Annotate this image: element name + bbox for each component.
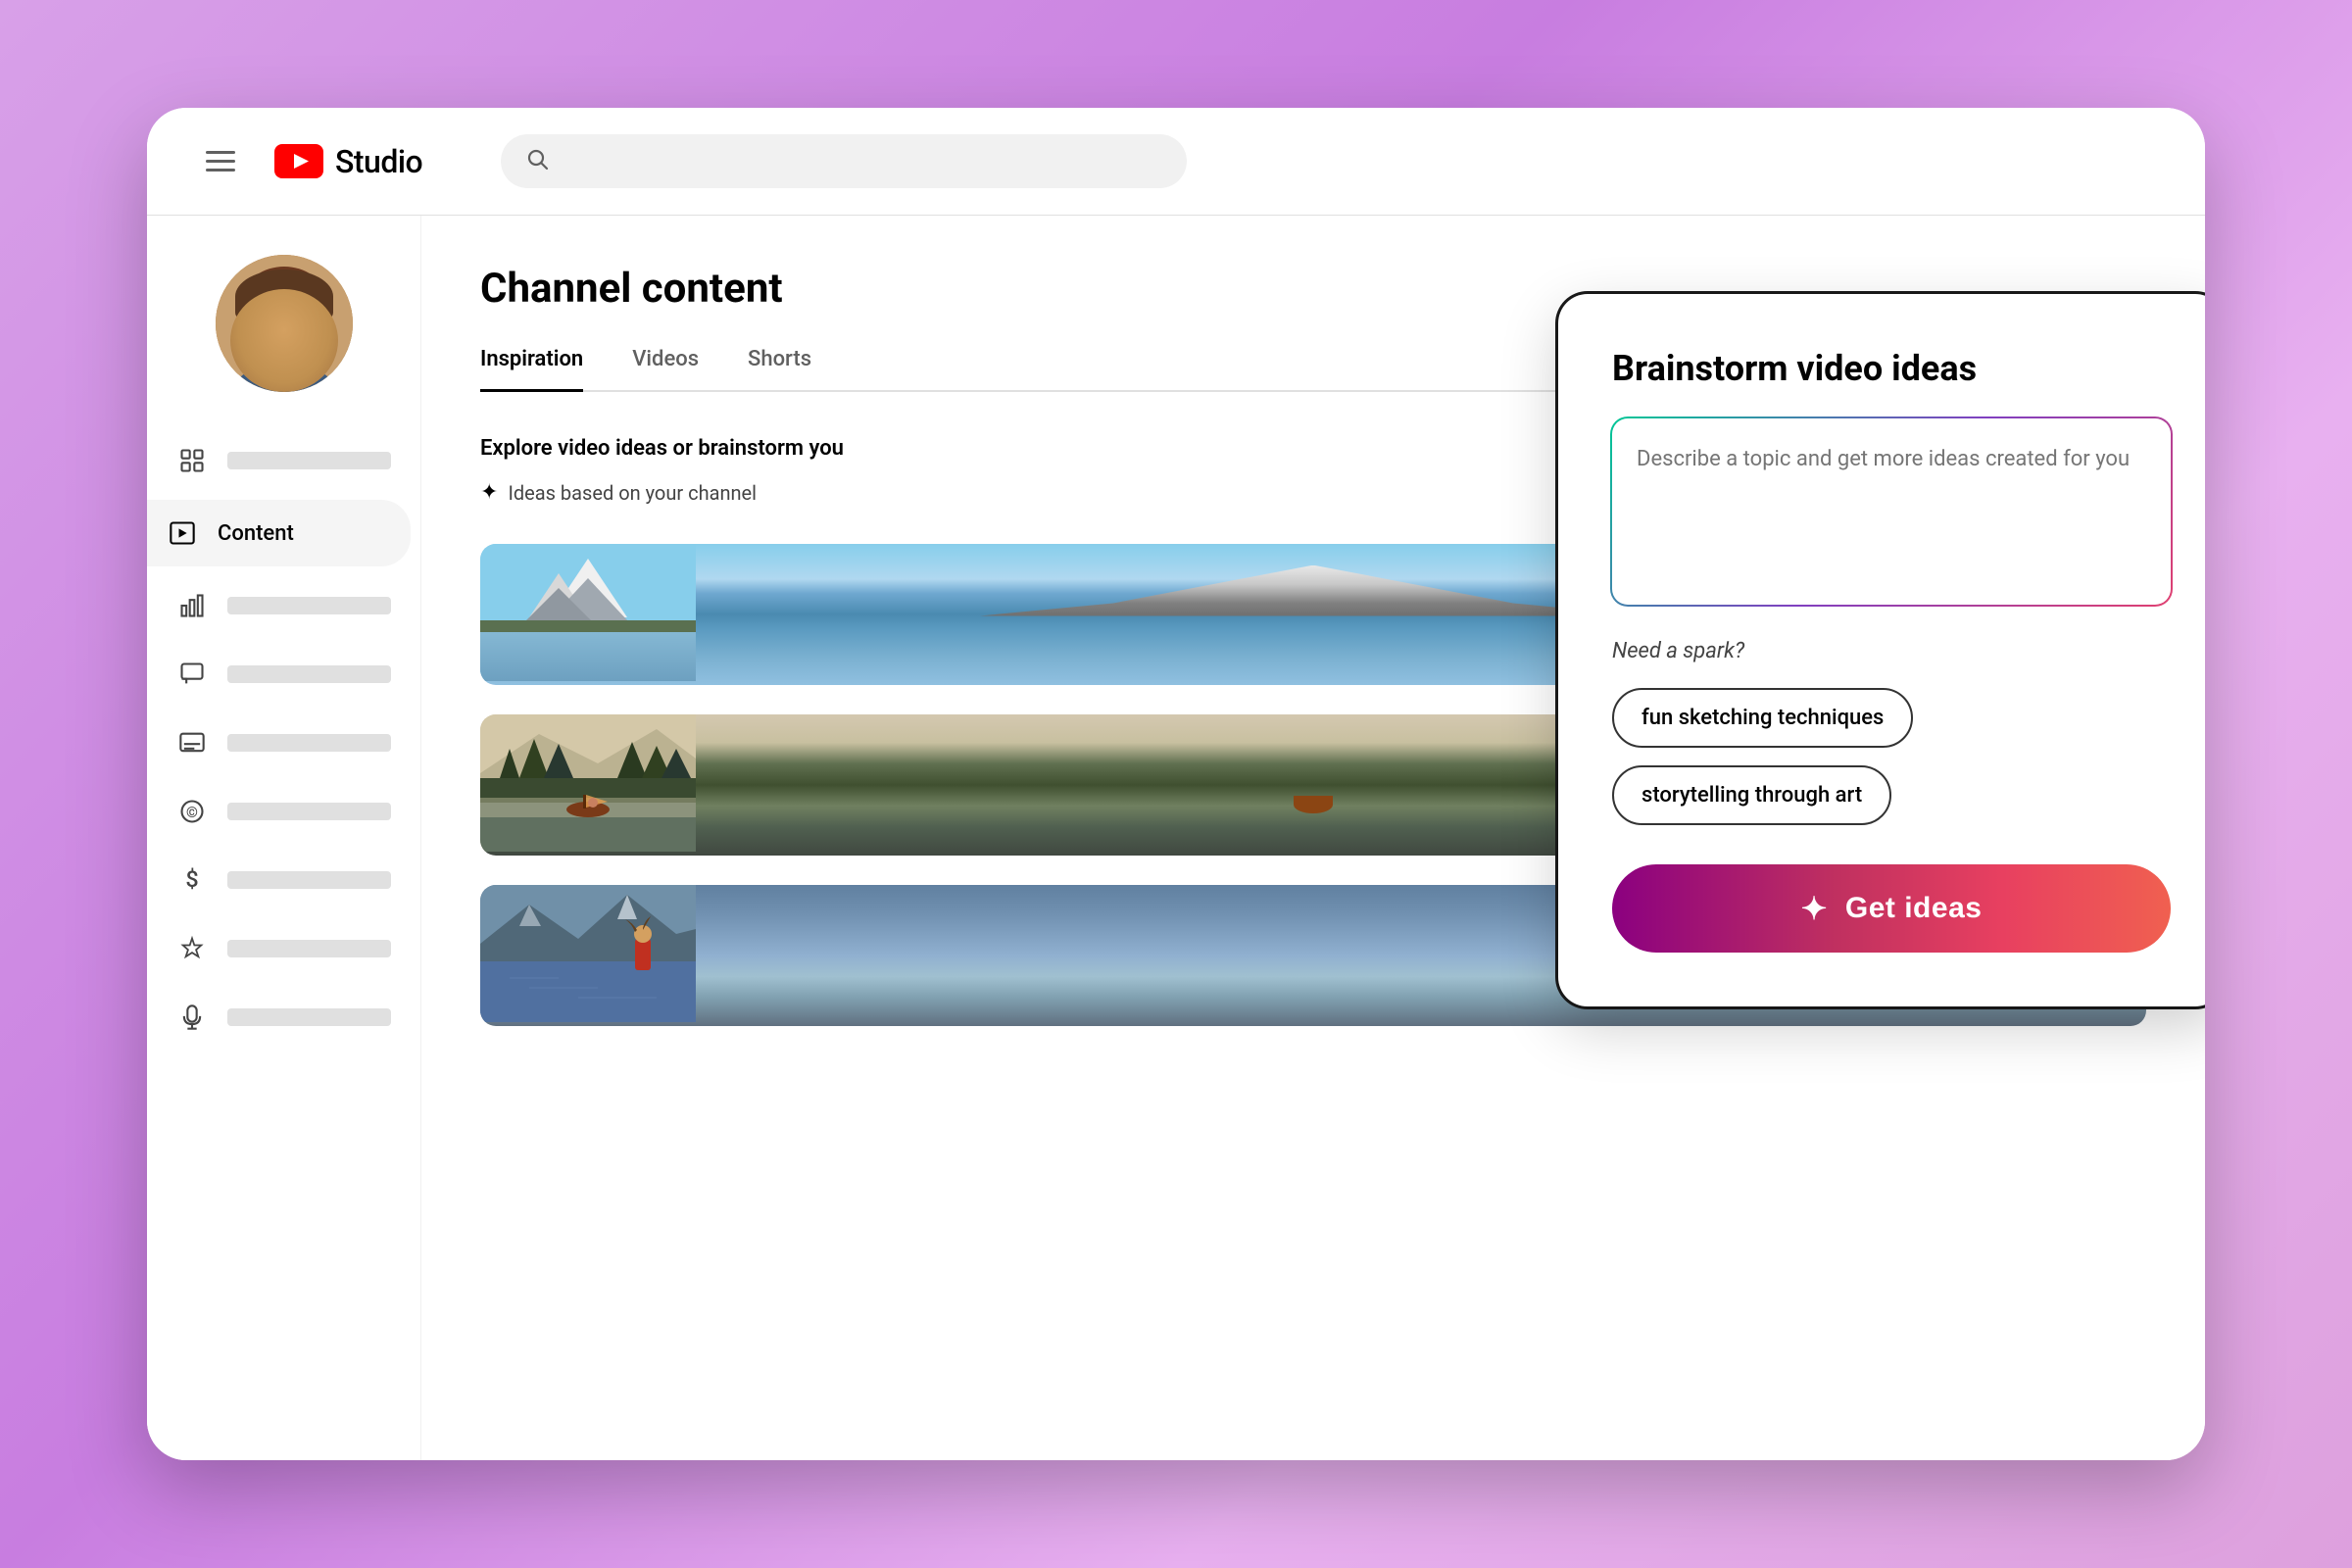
sidebar: Content: [147, 216, 421, 1460]
sidebar-item-comments[interactable]: [147, 645, 420, 704]
svg-text:©: ©: [186, 804, 198, 821]
sidebar-skeleton-subtitles: [227, 734, 391, 752]
sidebar-item-copyright[interactable]: ©: [147, 782, 420, 841]
sidebar-item-dashboard[interactable]: [147, 431, 420, 490]
sidebar-skeleton-comments: [227, 665, 391, 683]
sidebar-skeleton-analytics: [227, 597, 391, 614]
audio-icon: [176, 1002, 208, 1033]
analytics-icon: [176, 590, 208, 621]
get-ideas-label: Get ideas: [1845, 892, 1983, 925]
tab-videos[interactable]: Videos: [632, 347, 699, 392]
sidebar-skeleton-monetization: [227, 871, 391, 889]
logo-area: Studio: [274, 143, 422, 180]
avatar: [216, 255, 353, 392]
sidebar-skeleton-customization: [227, 940, 391, 957]
sidebar-item-customization[interactable]: [147, 919, 420, 978]
sparkle-bullet-icon: ✦: [480, 480, 498, 505]
content-icon: [167, 517, 198, 549]
sparkle-button-icon: ✦: [1801, 890, 1828, 927]
browser-window: Studio: [147, 108, 2205, 1460]
main-content: Channel content Inspiration Videos Short…: [421, 216, 2205, 1460]
tab-inspiration[interactable]: Inspiration: [480, 347, 583, 392]
svg-text:$: $: [185, 866, 198, 893]
sidebar-item-content[interactable]: Content: [147, 500, 411, 566]
get-ideas-button[interactable]: ✦ Get ideas: [1612, 864, 2171, 953]
subtitles-icon: [176, 727, 208, 759]
comments-icon: [176, 659, 208, 690]
grid-icon: [176, 445, 208, 476]
chip-storytelling[interactable]: storytelling through art: [1612, 765, 1891, 825]
search-bar[interactable]: [501, 134, 1187, 188]
youtube-logo-icon: [274, 144, 323, 178]
sidebar-item-analytics[interactable]: [147, 576, 420, 635]
chip-row: fun sketching techniques storytelling th…: [1612, 688, 2171, 825]
search-icon: [525, 147, 549, 176]
sidebar-item-subtitles[interactable]: [147, 713, 420, 772]
spark-label: Need a spark?: [1612, 639, 2171, 663]
brainstorm-panel: Brainstorm video ideas Need a spark? fun…: [1558, 294, 2205, 1006]
studio-label: Studio: [335, 143, 422, 180]
sidebar-item-monetization[interactable]: $: [147, 851, 420, 909]
customization-icon: [176, 933, 208, 964]
menu-icon[interactable]: [206, 151, 235, 172]
sidebar-skeleton-dashboard: [227, 452, 391, 469]
browser-body: Content: [147, 216, 2205, 1460]
tab-shorts[interactable]: Shorts: [748, 347, 811, 392]
sidebar-item-audio[interactable]: [147, 988, 420, 1047]
avatar-image: [216, 255, 353, 392]
header: Studio: [147, 108, 2205, 216]
topic-input[interactable]: [1612, 418, 2171, 605]
panel-title: Brainstorm video ideas: [1612, 348, 2171, 389]
copyright-icon: ©: [176, 796, 208, 827]
sidebar-skeleton-audio: [227, 1008, 391, 1026]
topic-input-wrapper: [1612, 418, 2171, 605]
ideas-based-label: Ideas based on your channel: [508, 481, 757, 505]
sidebar-skeleton-copyright: [227, 803, 391, 820]
sidebar-item-content-label: Content: [218, 521, 294, 546]
monetization-icon: $: [176, 864, 208, 896]
chip-sketching[interactable]: fun sketching techniques: [1612, 688, 1913, 748]
